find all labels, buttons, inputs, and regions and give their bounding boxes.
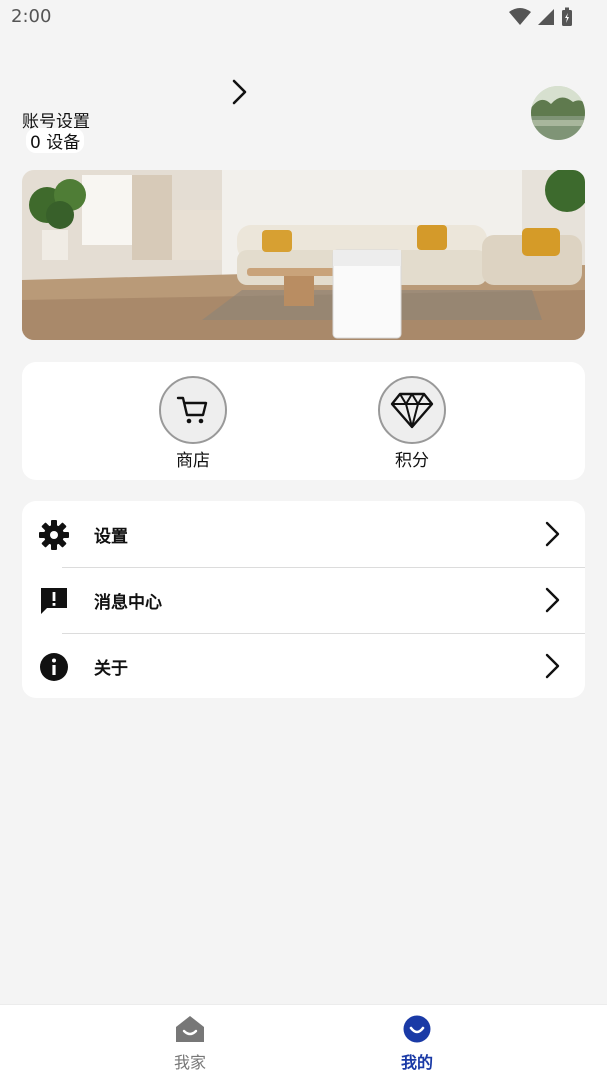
cart-icon — [176, 396, 208, 424]
bottom-nav: 我家 我的 — [0, 1004, 607, 1080]
chevron-right-icon — [545, 587, 560, 613]
info-icon — [40, 653, 68, 681]
shop-label: 商店 — [176, 451, 210, 471]
home-icon — [176, 1016, 204, 1042]
promo-banner[interactable] — [22, 170, 585, 340]
gear-icon — [39, 520, 69, 550]
status-bar: 2:00 — [0, 0, 607, 34]
wifi-icon — [509, 8, 531, 25]
nav-tab-home[interactable]: 我家 — [150, 1015, 230, 1073]
nav-label-home: 我家 — [173, 1053, 206, 1072]
shop-button[interactable]: 商店 — [148, 376, 238, 471]
points-icon-circle — [378, 376, 446, 444]
chevron-right-icon — [545, 521, 560, 547]
chevron-right-icon — [545, 653, 560, 679]
nav-label-mine: 我的 — [400, 1053, 433, 1072]
avatar[interactable] — [531, 86, 585, 140]
menu-item-messages[interactable]: 消息中心 — [22, 567, 585, 633]
nav-tab-mine[interactable]: 我的 — [377, 1015, 457, 1073]
menu-label-messages: 消息中心 — [94, 593, 162, 613]
menu-label-settings: 设置 — [94, 527, 128, 547]
settings-menu: 设置 消息中心 关于 — [22, 501, 585, 698]
chevron-right-icon[interactable] — [228, 78, 250, 106]
message-alert-icon — [41, 588, 67, 614]
menu-item-about[interactable]: 关于 — [22, 633, 585, 698]
shop-icon-circle — [159, 376, 227, 444]
quick-actions-card: 商店 积分 — [22, 362, 585, 480]
menu-label-about: 关于 — [94, 659, 128, 679]
points-label: 积分 — [395, 451, 429, 471]
status-time: 2:00 — [11, 6, 52, 27]
status-icons — [509, 7, 573, 27]
diamond-icon — [390, 392, 434, 429]
menu-item-settings[interactable]: 设置 — [22, 501, 585, 567]
smile-icon — [403, 1015, 431, 1043]
points-button[interactable]: 积分 — [367, 376, 457, 471]
device-count: 0 设备 — [26, 128, 85, 153]
signal-icon — [538, 9, 554, 25]
battery-icon — [562, 7, 572, 26]
